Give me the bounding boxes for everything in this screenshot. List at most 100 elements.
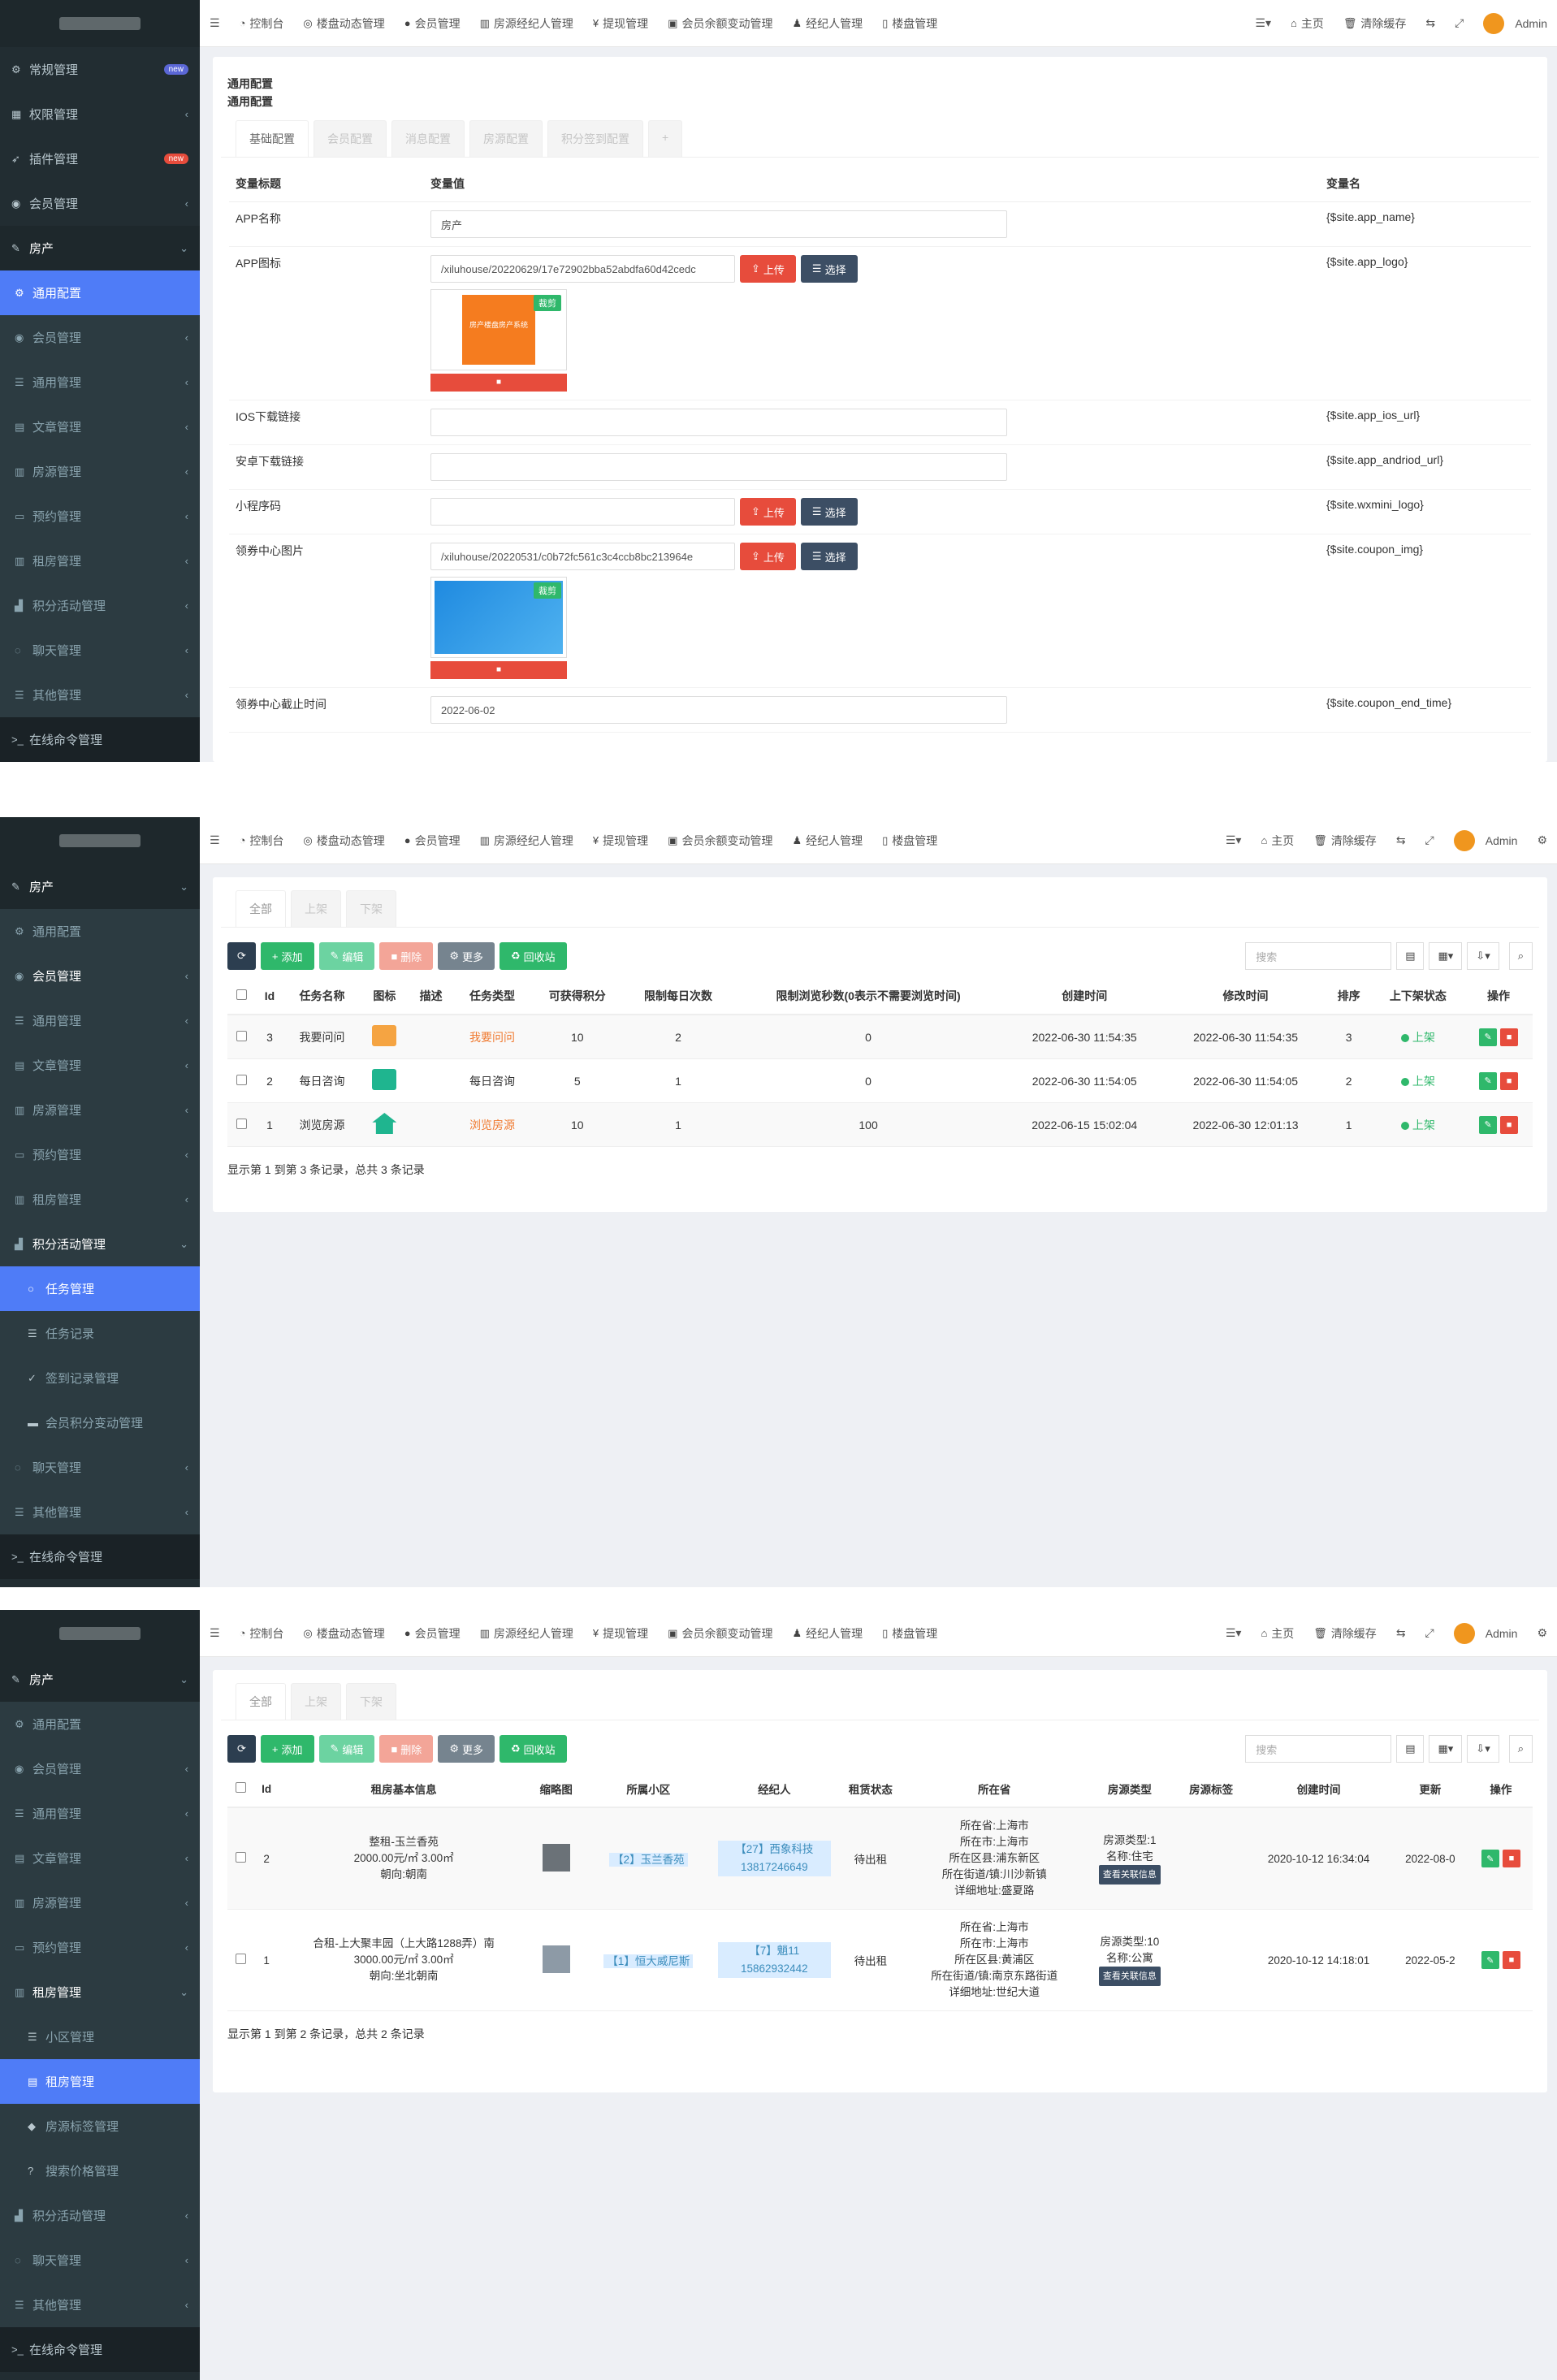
tab-add[interactable]: +	[648, 120, 683, 157]
edit-button[interactable]: ✎ 编辑	[318, 942, 375, 970]
delete-image-button[interactable]: ■	[430, 374, 567, 392]
sidebar-item-terminal[interactable]: >_ 在线命令管理	[0, 2327, 200, 2372]
nav-member[interactable]: ● 会员管理	[395, 1625, 470, 1642]
sidebar-item-points[interactable]: ▟ 积分活动管理 ⌄	[0, 1222, 200, 1266]
sidebar-item-points[interactable]: ▟ 积分活动管理 ‹	[0, 583, 200, 628]
nav-balance[interactable]: ▣ 会员余额变动管理	[658, 833, 782, 849]
nav-withdraw[interactable]: ¥ 提现管理	[583, 1625, 658, 1642]
search-icon[interactable]: ⌕	[1508, 942, 1533, 970]
sidebar-item-member-mgmt[interactable]: ◉ 会员管理 ‹	[0, 315, 200, 360]
status-badge[interactable]: 上架	[1371, 1102, 1465, 1147]
nav-clear-cache[interactable]: 🗑 清除缓存	[1334, 15, 1416, 32]
tab-online[interactable]: 上架	[291, 1683, 341, 1720]
nav-building[interactable]: ▯ 楼盘管理	[872, 833, 947, 849]
coupon-end-input[interactable]: 2022-06-02	[430, 696, 1007, 724]
sidebar-item-house[interactable]: ▥ 房源管理 ‹	[0, 449, 200, 494]
translate-icon[interactable]: ⇆	[1386, 1626, 1416, 1640]
fullscreen-icon[interactable]: ⤢	[1445, 16, 1473, 30]
nav-news[interactable]: ◎ 楼盘动态管理	[293, 833, 394, 849]
menu-toggle-icon[interactable]: ☰	[200, 16, 230, 30]
gears-icon[interactable]: ⚙	[1527, 833, 1557, 847]
delete-icon[interactable]: ■	[1502, 1850, 1520, 1867]
user-menu[interactable]: Admin	[1444, 1622, 1528, 1644]
row-checkbox[interactable]	[235, 1852, 246, 1863]
columns-icon[interactable]: ▦▾	[1429, 942, 1463, 970]
tab-message[interactable]: 消息配置	[391, 120, 465, 157]
app-logo-input[interactable]: /xiluhouse/20220629/17e72902bba52abdfa60…	[430, 255, 735, 283]
table-row[interactable]: 3 我要问问 我要问问 10 2 0 2022-06-30 11:54:35 2…	[227, 1015, 1533, 1059]
sidebar-item-house-tag[interactable]: ◆ 房源标签管理	[0, 2104, 200, 2148]
nav-agent[interactable]: ♟ 经纪人管理	[782, 15, 872, 32]
nav-agent[interactable]: ♟ 经纪人管理	[782, 833, 872, 849]
nav-dashboard[interactable]: ◔ 控制台	[230, 15, 294, 32]
coupon-img-input[interactable]: /xiluhouse/20220531/c0b72fc561c3c4ccb8bc…	[430, 543, 735, 570]
nav-clear-cache[interactable]: 🗑 清除缓存	[1304, 833, 1386, 849]
sidebar-item-house[interactable]: ▥ 房源管理 ‹	[0, 1880, 200, 1925]
fullscreen-icon[interactable]: ⤢	[1416, 833, 1444, 847]
edit-icon[interactable]: ✎	[1479, 1028, 1498, 1046]
sidebar-item-house[interactable]: ▥ 房源管理 ‹	[0, 1088, 200, 1132]
row-checkbox[interactable]	[236, 1118, 247, 1129]
user-menu[interactable]: Admin	[1473, 12, 1557, 34]
fullscreen-icon[interactable]: ⤢	[1416, 1626, 1444, 1640]
sidebar-item-realestate[interactable]: ✎ 房产 ⌄	[0, 864, 200, 909]
upload-button[interactable]: ⇪ 上传	[740, 255, 796, 283]
crop-button[interactable]: 裁剪	[534, 295, 561, 311]
edit-button[interactable]: ✎ 编辑	[318, 1735, 375, 1763]
status-badge[interactable]: 上架	[1371, 1058, 1465, 1103]
sidebar-item-rent[interactable]: ▥ 租房管理 ‹	[0, 539, 200, 583]
sidebar-item-common-config[interactable]: ⚙ 通用配置	[0, 1702, 200, 1746]
sidebar-item-other[interactable]: ☰ 其他管理 ‹	[0, 1490, 200, 1534]
search-input[interactable]: 搜索	[1245, 1735, 1392, 1763]
delete-icon[interactable]: ■	[1502, 1951, 1520, 1969]
select-all-checkbox[interactable]	[235, 1782, 246, 1793]
gears-icon[interactable]: ⚙	[1527, 1626, 1557, 1640]
agent-link[interactable]: 【27】西象科技	[717, 1841, 831, 1859]
sidebar-item-task-log[interactable]: ☰ 任务记录	[0, 1311, 200, 1356]
export-icon[interactable]: ⇩▾	[1467, 942, 1499, 970]
tab-member[interactable]: 会员配置	[314, 120, 387, 157]
sidebar-item-appointment[interactable]: ▭ 预约管理 ‹	[0, 1132, 200, 1177]
sidebar-item-task[interactable]: ○ 任务管理	[0, 1266, 200, 1311]
sidebar-item-member[interactable]: ◉ 会员管理 ‹	[0, 1746, 200, 1791]
sidebar-item-terminal[interactable]: >_ 在线命令管理	[0, 717, 200, 762]
list-dropdown-icon[interactable]: ☰▾	[1216, 833, 1252, 847]
tab-all[interactable]: 全部	[236, 890, 286, 927]
sidebar-item-plugin[interactable]: ➶ 插件管理 new	[0, 136, 200, 181]
delete-button[interactable]: ■ 删除	[379, 1735, 434, 1763]
agent-link[interactable]: 【7】魈11	[717, 1942, 831, 1960]
row-checkbox[interactable]	[235, 1954, 246, 1964]
nav-news[interactable]: ◎ 楼盘动态管理	[293, 15, 394, 32]
search-input[interactable]: 搜索	[1245, 942, 1392, 970]
sidebar-item-article[interactable]: ▤ 文章管理 ‹	[0, 405, 200, 449]
nav-news[interactable]: ◎ 楼盘动态管理	[293, 1625, 394, 1642]
related-info-button[interactable]: 查看关联信息	[1098, 1865, 1161, 1885]
sidebar-item-points-change[interactable]: ▬ 会员积分变动管理	[0, 1400, 200, 1445]
more-button[interactable]: ⚙ 更多	[438, 1735, 495, 1763]
nav-home[interactable]: ⌂ 主页	[1251, 1625, 1304, 1642]
delete-icon[interactable]: ■	[1500, 1071, 1519, 1090]
choose-button[interactable]: ☰ 选择	[800, 543, 858, 570]
nav-agent[interactable]: ♟ 经纪人管理	[782, 1625, 872, 1642]
sidebar-item-common-config[interactable]: ⚙ 通用配置	[0, 909, 200, 954]
table-row[interactable]: 1 合租-上大聚丰园（上大路1288弄）南 3000.00元/㎡ 3.00㎡ 朝向:…	[227, 1909, 1533, 2011]
sidebar-item-rent[interactable]: ▥ 租房管理 ‹	[0, 1177, 200, 1222]
table-row[interactable]: 2 每日咨询 每日咨询 5 1 0 2022-06-30 11:54:05 20…	[227, 1058, 1533, 1103]
choose-button[interactable]: ☰ 选择	[800, 255, 858, 283]
delete-icon[interactable]: ■	[1500, 1115, 1519, 1134]
app-name-input[interactable]: 房产	[430, 210, 1007, 238]
upload-button[interactable]: ⇪ 上传	[740, 543, 796, 570]
nav-withdraw[interactable]: ¥ 提现管理	[583, 15, 658, 32]
nav-agent-house[interactable]: ▥ 房源经纪人管理	[470, 1625, 583, 1642]
sidebar-item-common-mgmt[interactable]: ☰ 通用管理 ‹	[0, 1791, 200, 1836]
nav-agent-house[interactable]: ▥ 房源经纪人管理	[470, 15, 583, 32]
sidebar-item-permission[interactable]: ▦ 权限管理 ‹	[0, 92, 200, 136]
nav-member[interactable]: ● 会员管理	[395, 833, 470, 849]
sidebar-item-other[interactable]: ☰ 其他管理 ‹	[0, 2283, 200, 2327]
community-link[interactable]: 【1】恒大威尼斯	[603, 1954, 694, 1968]
sidebar-item-common-mgmt[interactable]: ☰ 通用管理 ‹	[0, 998, 200, 1043]
wxmini-input[interactable]	[430, 498, 735, 526]
thumbnail[interactable]	[542, 1945, 570, 1973]
tab-all[interactable]: 全部	[236, 1683, 286, 1720]
recycle-button[interactable]: ♻ 回收站	[499, 1735, 567, 1763]
